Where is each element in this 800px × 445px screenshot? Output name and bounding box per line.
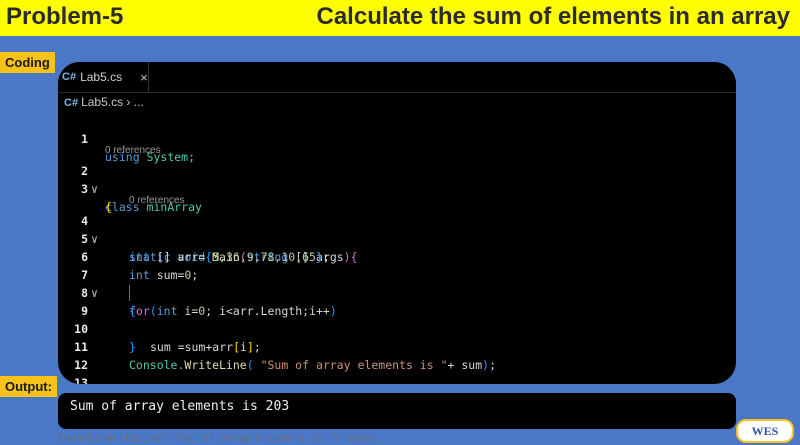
output-console: Sum of array elements is 203: [58, 393, 736, 429]
slide-title: Calculate the sum of elements in an arra…: [316, 3, 791, 30]
output-label: Output:: [0, 376, 57, 397]
codelens-references[interactable]: 0 references: [58, 180, 736, 206]
code-line: 13 }: [58, 356, 736, 384]
coding-label: Coding: [0, 52, 55, 73]
code-line: 14 }: [58, 374, 736, 384]
csharp-file-icon: C#: [64, 97, 79, 109]
code-line: 8 {: [58, 266, 736, 318]
output-text: Sum of array elements is 203: [70, 399, 290, 414]
close-icon[interactable]: ×: [140, 70, 148, 85]
editor-tab-bar: C# Lab5.cs ×: [58, 62, 736, 93]
code-editor: C# Lab5.cs × C# Lab5.cs › ... 1 using Sys…: [58, 62, 736, 384]
code-line: 3 {: [58, 162, 736, 214]
code-line: 9 sum =sum+arr[i];: [58, 284, 736, 354]
tab-lab5-cs[interactable]: C# Lab5.cs ×: [58, 62, 149, 92]
code-line: 1 using System;: [58, 112, 736, 164]
csharp-file-icon: C#: [62, 71, 77, 83]
code-line: 11 Console.WriteLine( "Sum of array elem…: [58, 320, 736, 372]
wes-logo: WES: [736, 419, 794, 443]
reflection-text: Console.WriteLine( "Sum of array element…: [58, 433, 378, 444]
breadcrumb[interactable]: C# Lab5.cs › ...: [64, 95, 144, 109]
slide-header: Problem-5 Calculate the sum of elements …: [0, 0, 800, 36]
codelens-references[interactable]: 0 references: [58, 130, 736, 156]
problem-number: Problem-5: [6, 3, 124, 30]
code-line: 6 int sum=0;: [58, 230, 736, 282]
code-line: 5 int [] arr={5,36,9,78,10,65};: [58, 212, 736, 264]
code-area[interactable]: 1 using System; 0 references 2 ∨ class m…: [58, 112, 736, 384]
code-line: 2 ∨ class minArray: [58, 144, 736, 214]
tab-label: Lab5.cs: [80, 70, 123, 84]
code-line: 7 ∨ for(int i=0; i<arr.Length;i++): [58, 248, 736, 318]
code-line: 4 ∨ static void Main(string [] args){: [58, 194, 736, 264]
code-line: 10 }: [58, 302, 736, 354]
breadcrumb-path: Lab5.cs › ...: [81, 95, 144, 109]
indent-guide: [129, 285, 130, 301]
code-line: 12: [58, 338, 736, 372]
